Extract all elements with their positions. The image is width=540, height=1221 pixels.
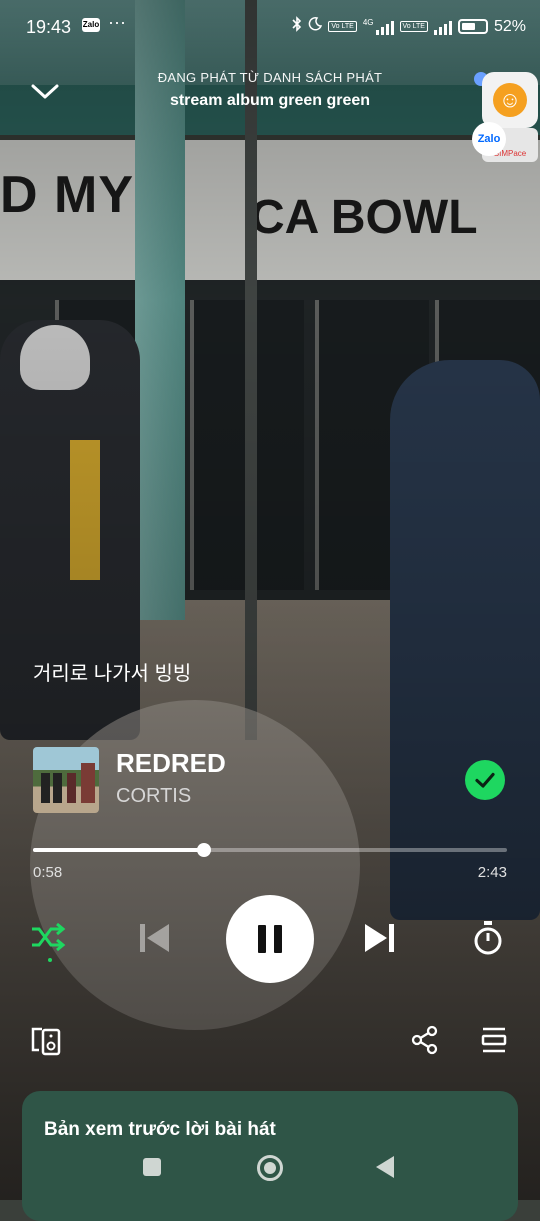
current-lyric-line: 거리로 나가서 빙빙 [33, 663, 192, 685]
signal-icon-1: 4G [362, 17, 394, 35]
share-button[interactable] [410, 1024, 442, 1058]
devices-icon [31, 1027, 61, 1056]
queue-button[interactable] [480, 1024, 510, 1058]
skip-next-icon [365, 924, 394, 952]
status-time: 19:43 [26, 17, 72, 37]
sleep-timer-button[interactable] [470, 918, 510, 962]
system-nav-bar [0, 1140, 540, 1200]
volte-badge-right: Vo LTE [399, 21, 428, 32]
next-button[interactable] [362, 918, 402, 962]
dnd-moon-icon [308, 17, 323, 36]
shuffle-active-dot [48, 958, 52, 962]
home-button[interactable] [257, 1155, 283, 1181]
floating-overlays: ☺ SIMPace Zalo [472, 72, 538, 162]
network-type: 4G [362, 17, 374, 27]
playlist-name[interactable]: stream album green green [0, 92, 540, 110]
previous-button[interactable] [136, 918, 176, 962]
more-notifications-icon: ··· [108, 12, 126, 32]
checkmark-icon [475, 772, 495, 788]
shuffle-icon [32, 922, 66, 952]
recents-button[interactable] [143, 1158, 161, 1176]
track-artist[interactable]: CORTIS [116, 785, 191, 808]
lyrics-preview-title: Bản xem trước lời bài hát [44, 1119, 276, 1140]
timer-icon [474, 921, 502, 955]
track-title[interactable]: REDRED [116, 748, 226, 779]
accessibility-icon: ☺ [493, 83, 527, 117]
pause-button[interactable] [226, 895, 314, 983]
queue-icon [481, 1027, 507, 1053]
bluetooth-icon [292, 16, 302, 37]
zalo-notification-icon: Zalo [82, 18, 100, 32]
seek-bar-fill [33, 848, 204, 852]
zalo-chat-bubble[interactable]: Zalo [472, 122, 506, 156]
battery-percent: 52% [493, 17, 526, 35]
seek-bar-knob[interactable] [196, 843, 211, 857]
playing-context-label: ĐANG PHÁT TỪ DANH SÁCH PHÁT [157, 70, 383, 85]
signal-icon-2 [433, 19, 452, 35]
shuffle-button[interactable] [30, 920, 70, 962]
liked-check-button[interactable] [465, 760, 505, 800]
volte-badge-left: Vo LTE [328, 21, 357, 32]
back-button[interactable] [376, 1156, 394, 1178]
connect-device-button[interactable] [30, 1024, 64, 1058]
video-background: D MY CA BOWL [0, 0, 540, 1200]
status-bar: 19:43 Zalo ··· Vo LTE 4G Vo LTE 52% [0, 0, 540, 56]
accessibility-button[interactable]: ☺ [482, 72, 538, 128]
elapsed-time: 0:58 [33, 864, 63, 881]
album-art [33, 747, 99, 813]
skip-previous-icon [140, 924, 169, 952]
seek-bar[interactable] [33, 843, 507, 857]
share-icon [411, 1025, 438, 1055]
total-time: 2:43 [477, 864, 507, 881]
battery-icon [457, 19, 488, 34]
pause-icon [258, 925, 282, 953]
player-header: ĐANG PHÁT TỪ DANH SÁCH PHÁT stream album… [0, 62, 540, 122]
